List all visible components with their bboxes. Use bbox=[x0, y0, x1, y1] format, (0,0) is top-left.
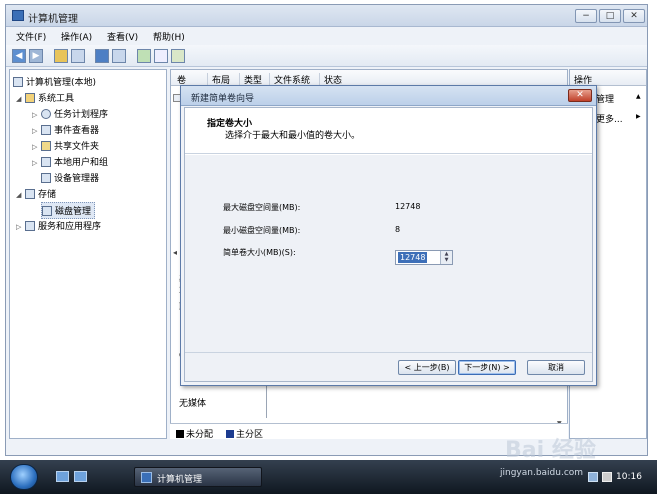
menu-file[interactable]: 文件(F) bbox=[16, 30, 46, 43]
tray-url: jingyan.baidu.com bbox=[500, 468, 584, 478]
title-bar: 计算机管理 − □ ✕ bbox=[6, 5, 647, 27]
tree-item-system-tools[interactable]: ◢ 系统工具 bbox=[16, 91, 74, 104]
show-hide-tree-icon[interactable] bbox=[71, 49, 85, 63]
volume-icon[interactable] bbox=[602, 472, 612, 482]
legend-primary: 主分区 bbox=[226, 427, 263, 440]
volume-size-input[interactable]: 12748 bbox=[398, 252, 428, 263]
collapsed-icon[interactable]: ▷ bbox=[32, 111, 41, 119]
disk-management-icon bbox=[42, 206, 52, 216]
max-space-label: 最大磁盘空间量(MB): bbox=[223, 203, 301, 212]
up-folder-icon[interactable] bbox=[54, 49, 68, 63]
show-desktop-icon[interactable] bbox=[56, 471, 69, 482]
forward-icon[interactable]: ▶ bbox=[29, 49, 43, 63]
clock-icon bbox=[41, 109, 51, 119]
spin-arrows-icon[interactable]: ▲ ▼ bbox=[440, 251, 452, 264]
unallocated-swatch bbox=[176, 430, 184, 438]
dialog-close-button[interactable]: ✕ bbox=[568, 89, 592, 102]
dialog-content: 指定卷大小 选择介于最大和最小值的卷大小。 最大磁盘空间量(MB): 12748… bbox=[184, 107, 593, 382]
dialog-title: 新建简单卷向导 bbox=[191, 94, 255, 104]
no-media-text: 无媒体 bbox=[179, 399, 207, 409]
shared-folder-icon bbox=[41, 141, 51, 151]
wizard-header: 指定卷大小 选择介于最大和最小值的卷大小。 bbox=[185, 108, 592, 154]
services-icon bbox=[25, 221, 35, 231]
collapsed-icon[interactable]: ▷ bbox=[32, 127, 41, 135]
computer-icon bbox=[13, 77, 23, 87]
tree-item-disk-management[interactable]: 磁盘管理 bbox=[41, 202, 96, 219]
properties-icon[interactable] bbox=[112, 49, 126, 63]
menu-view[interactable]: 查看(V) bbox=[107, 30, 138, 43]
new-simple-volume-wizard: 新建简单卷向导 ✕ 指定卷大小 选择介于最大和最小值的卷大小。 最大磁盘空间量(… bbox=[180, 85, 597, 386]
tree-item-task-scheduler[interactable]: ▷ 任务计划程序 bbox=[32, 107, 108, 120]
max-space-value: 12748 bbox=[395, 202, 421, 211]
dialog-title-bar: 新建简单卷向导 ✕ bbox=[181, 86, 596, 106]
collapse-up-icon[interactable]: ▲ bbox=[636, 93, 641, 100]
collapsed-icon[interactable]: ▷ bbox=[32, 159, 41, 167]
cancel-button[interactable]: 取消 bbox=[527, 360, 585, 375]
maximize-button[interactable]: □ bbox=[599, 9, 621, 23]
wizard-footer: < 上一步(B) 下一步(N) > 取消 bbox=[185, 352, 592, 381]
more-arrow-icon[interactable]: ▶ bbox=[636, 113, 641, 120]
help-icon[interactable] bbox=[95, 49, 109, 63]
actions-header: 操作 bbox=[570, 70, 646, 86]
switch-windows-icon[interactable] bbox=[74, 471, 87, 482]
tree-item-root[interactable]: 计算机管理(本地) bbox=[13, 75, 96, 88]
menu-action[interactable]: 操作(A) bbox=[61, 30, 92, 43]
clock[interactable]: 10:16 bbox=[616, 472, 642, 482]
taskbar: 计算机管理 jingyan.baidu.com 10:16 bbox=[0, 460, 657, 494]
expanded-icon[interactable]: ◢ bbox=[16, 95, 25, 103]
users-icon bbox=[41, 157, 51, 167]
disk-icon[interactable] bbox=[171, 49, 185, 63]
volume-size-label: 简单卷大小(MB)(S): bbox=[223, 248, 296, 257]
next-button[interactable]: 下一步(N) > bbox=[458, 360, 516, 375]
collapsed-icon[interactable]: ▷ bbox=[32, 143, 41, 151]
collapsed-icon[interactable]: ▷ bbox=[16, 223, 25, 231]
computer-management-icon bbox=[141, 472, 152, 483]
action-manage[interactable]: 管理 bbox=[596, 92, 614, 105]
minimize-button[interactable]: − bbox=[575, 9, 597, 23]
wizard-body: 最大磁盘空间量(MB): 12748 最小磁盘空间量(MB): 8 简单卷大小(… bbox=[185, 155, 592, 352]
tree-item-services-apps[interactable]: ▷ 服务和应用程序 bbox=[16, 219, 101, 232]
expanded-icon[interactable]: ◢ bbox=[16, 191, 25, 199]
export-icon[interactable] bbox=[154, 49, 168, 63]
computer-management-icon bbox=[12, 10, 24, 21]
min-space-label: 最小磁盘空间量(MB): bbox=[223, 226, 301, 235]
back-button[interactable]: < 上一步(B) bbox=[398, 360, 456, 375]
start-orb-icon[interactable] bbox=[10, 464, 38, 490]
event-log-icon bbox=[41, 125, 51, 135]
tree-item-event-viewer[interactable]: ▷ 事件查看器 bbox=[32, 123, 99, 136]
menu-help[interactable]: 帮助(H) bbox=[153, 30, 185, 43]
menu-bar: 文件(F) 操作(A) 查看(V) 帮助(H) bbox=[6, 27, 647, 45]
tree-item-device-manager[interactable]: 设备管理器 bbox=[41, 171, 99, 184]
storage-icon bbox=[25, 189, 35, 199]
wizard-subheading: 选择介于最大和最小值的卷大小。 bbox=[225, 131, 361, 141]
navigation-tree: 计算机管理(本地) ◢ 系统工具 ▷ 任务计划程序 ▷ 事件查看器 ▷ 共享文件夹 ▷ 本… bbox=[9, 69, 167, 439]
action-more[interactable]: 更多... bbox=[596, 112, 623, 125]
volume-size-stepper[interactable]: 12748 ▲ ▼ bbox=[395, 250, 453, 265]
back-icon[interactable]: ◀ bbox=[12, 49, 26, 63]
tree-item-storage[interactable]: ◢ 存储 bbox=[16, 187, 56, 200]
refresh-icon[interactable] bbox=[137, 49, 151, 63]
primary-swatch bbox=[226, 430, 234, 438]
taskbar-item-computer-management[interactable]: 计算机管理 bbox=[134, 467, 262, 487]
toolbar: ◀ ▶ bbox=[6, 45, 647, 67]
legend-unallocated: 未分配 bbox=[176, 427, 213, 440]
window-title: 计算机管理 bbox=[28, 14, 78, 25]
tree-item-local-users[interactable]: ▷ 本地用户和组 bbox=[32, 155, 108, 168]
close-button[interactable]: ✕ bbox=[623, 9, 645, 23]
column-header: 卷 布局 类型 文件系统 状态 bbox=[171, 70, 567, 86]
tree-item-shared-folders[interactable]: ▷ 共享文件夹 bbox=[32, 139, 99, 152]
network-icon[interactable] bbox=[588, 472, 598, 482]
tools-icon bbox=[25, 93, 35, 103]
device-manager-icon bbox=[41, 173, 51, 183]
min-space-value: 8 bbox=[395, 225, 401, 234]
